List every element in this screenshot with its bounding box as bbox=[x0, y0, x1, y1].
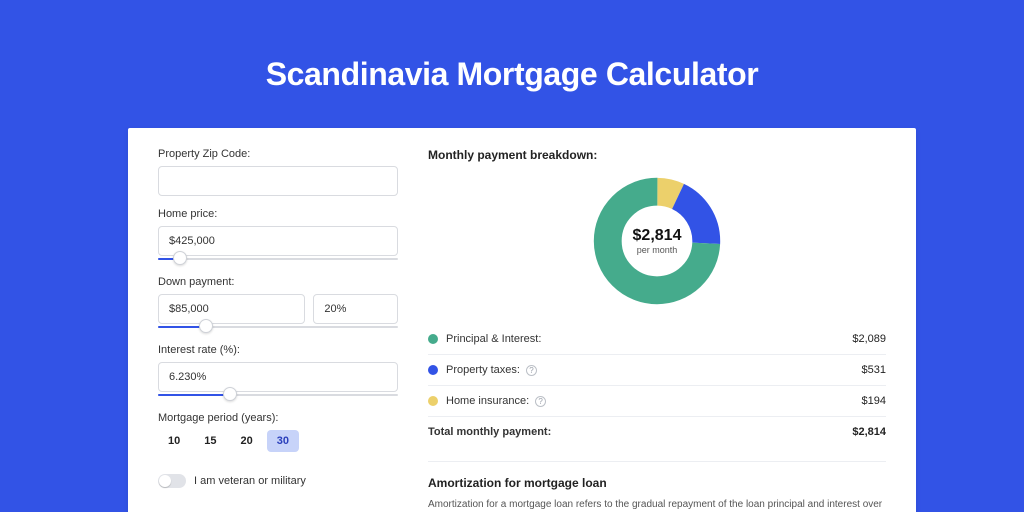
zip-label: Property Zip Code: bbox=[158, 148, 398, 160]
amortization-text: Amortization for a mortgage loan refers … bbox=[428, 498, 886, 512]
help-icon[interactable]: ? bbox=[535, 396, 546, 407]
breakdown-panel: Monthly payment breakdown: $2,814 per mo… bbox=[428, 148, 886, 512]
calculator-card: Property Zip Code: Home price: Down paym… bbox=[128, 128, 916, 512]
legend-dot-icon bbox=[428, 334, 438, 344]
legend-total-value: $2,814 bbox=[852, 426, 886, 438]
veteran-label: I am veteran or military bbox=[194, 475, 306, 487]
legend-dot-icon bbox=[428, 396, 438, 406]
down-payment-amount-input[interactable] bbox=[158, 294, 305, 324]
zip-input[interactable] bbox=[158, 166, 398, 196]
period-option-10[interactable]: 10 bbox=[158, 430, 190, 452]
legend-total-label: Total monthly payment: bbox=[428, 426, 551, 438]
down-payment-percent-input[interactable] bbox=[313, 294, 398, 324]
donut-center-sub: per month bbox=[633, 245, 682, 255]
period-option-15[interactable]: 15 bbox=[194, 430, 226, 452]
home-price-label: Home price: bbox=[158, 208, 398, 220]
home-price-slider[interactable] bbox=[158, 254, 398, 264]
legend-label: Home insurance: bbox=[446, 395, 529, 407]
interest-slider[interactable] bbox=[158, 390, 398, 400]
inputs-panel: Property Zip Code: Home price: Down paym… bbox=[158, 148, 398, 512]
veteran-toggle[interactable] bbox=[158, 474, 186, 488]
period-option-30[interactable]: 30 bbox=[267, 430, 299, 452]
donut-center-amount: $2,814 bbox=[633, 227, 682, 245]
period-options: 10152030 bbox=[158, 430, 398, 452]
down-payment-slider-thumb[interactable] bbox=[199, 319, 213, 333]
interest-slider-thumb[interactable] bbox=[223, 387, 237, 401]
donut-chart: $2,814 per month bbox=[592, 176, 722, 306]
legend-row: Home insurance:? $194 bbox=[428, 386, 886, 417]
legend-label: Principal & Interest: bbox=[446, 333, 541, 345]
amortization-section: Amortization for mortgage loan Amortizat… bbox=[428, 461, 886, 512]
interest-label: Interest rate (%): bbox=[158, 344, 398, 356]
app-background: Scandinavia Mortgage Calculator Property… bbox=[0, 0, 1024, 512]
period-label: Mortgage period (years): bbox=[158, 412, 398, 424]
donut-chart-wrap: $2,814 per month bbox=[428, 176, 886, 306]
down-payment-slider[interactable] bbox=[158, 322, 398, 332]
legend-value: $2,089 bbox=[852, 333, 886, 345]
home-price-input[interactable] bbox=[158, 226, 398, 256]
breakdown-title: Monthly payment breakdown: bbox=[428, 148, 886, 162]
page-title: Scandinavia Mortgage Calculator bbox=[0, 0, 1024, 93]
legend-label: Property taxes: bbox=[446, 364, 520, 376]
legend-row: Principal & Interest: $2,089 bbox=[428, 324, 886, 355]
interest-input[interactable] bbox=[158, 362, 398, 392]
legend-value: $531 bbox=[862, 364, 886, 376]
home-price-slider-thumb[interactable] bbox=[173, 251, 187, 265]
help-icon[interactable]: ? bbox=[526, 365, 537, 376]
legend-dot-icon bbox=[428, 365, 438, 375]
breakdown-legend: Principal & Interest: $2,089 Property taxe… bbox=[428, 324, 886, 447]
period-option-20[interactable]: 20 bbox=[231, 430, 263, 452]
down-payment-label: Down payment: bbox=[158, 276, 398, 288]
legend-value: $194 bbox=[862, 395, 886, 407]
legend-row: Property taxes:? $531 bbox=[428, 355, 886, 386]
legend-total-row: Total monthly payment: $2,814 bbox=[428, 417, 886, 447]
amortization-title: Amortization for mortgage loan bbox=[428, 476, 886, 490]
